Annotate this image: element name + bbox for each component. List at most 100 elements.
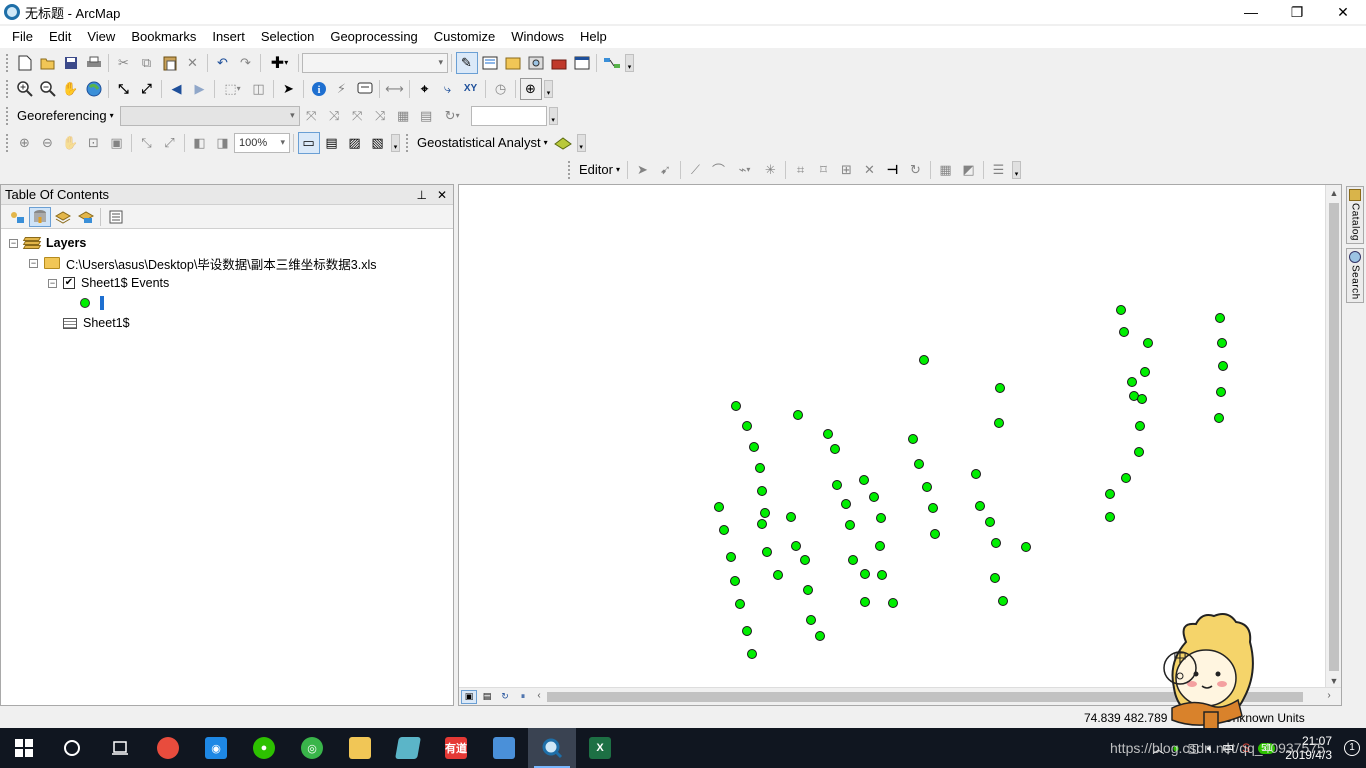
map-point-feature[interactable] [1134, 447, 1144, 457]
trace-icon[interactable]: ⌁ ▾ [730, 159, 758, 181]
geostatistical-analyst-menu[interactable]: Geostatistical Analyst ▾ [413, 135, 552, 150]
map-point-feature[interactable] [762, 547, 772, 557]
auto-registration-icon[interactable]: ▤ [415, 105, 437, 127]
map-point-feature[interactable] [1105, 489, 1115, 499]
map-point-feature[interactable] [757, 486, 767, 496]
close-button[interactable]: ✕ [1320, 0, 1366, 24]
scroll-left-icon[interactable]: ‹ [533, 690, 545, 701]
start-icon[interactable] [0, 728, 48, 768]
map-point-feature[interactable] [793, 410, 803, 420]
straight-segment-icon[interactable]: ⟋ [684, 159, 706, 181]
sketch-properties-icon[interactable]: ▦ [934, 159, 956, 181]
forward-icon[interactable]: ▶ [189, 78, 211, 100]
layout-back-icon[interactable]: ◧ [189, 132, 211, 154]
map-point-feature[interactable] [995, 383, 1005, 393]
notification-center-icon[interactable]: 1 [1344, 740, 1360, 756]
menu-selection[interactable]: Selection [253, 27, 322, 47]
copy-icon[interactable]: ⧉ [136, 52, 158, 74]
edit-tool-icon[interactable]: ➤ [631, 159, 653, 181]
browser-icon[interactable]: ◎ [288, 728, 336, 768]
editor-toolbar-icon[interactable]: ✎ [455, 51, 478, 74]
fixed-zoom-out-icon[interactable]: ⤢ [136, 78, 158, 100]
map-scale-combo[interactable]: ▾ [302, 52, 448, 73]
layout-zoom-in-icon[interactable]: ⊕ [14, 132, 36, 154]
full-extent-icon[interactable] [83, 78, 105, 100]
map-point-feature[interactable] [800, 555, 810, 565]
add-control-points-icon[interactable]: ⤧ [300, 105, 322, 127]
map-point-feature[interactable] [998, 596, 1008, 606]
paste-icon[interactable] [159, 52, 181, 74]
menu-bookmarks[interactable]: Bookmarks [123, 27, 204, 47]
list-by-source-icon[interactable] [28, 206, 51, 227]
map-point-feature[interactable] [928, 503, 938, 513]
map-point-feature[interactable] [815, 631, 825, 641]
scroll-right-icon[interactable]: › [1323, 690, 1335, 701]
map-point-feature[interactable] [1021, 542, 1031, 552]
minimize-button[interactable]: — [1228, 0, 1274, 24]
map-point-feature[interactable] [1119, 327, 1129, 337]
menu-windows[interactable]: Windows [503, 27, 572, 47]
map-point-feature[interactable] [1121, 473, 1131, 483]
rotation-input[interactable] [470, 105, 547, 126]
layout-view-icon[interactable]: ▤ [479, 690, 495, 704]
layout-forward-icon[interactable]: ◨ [212, 132, 234, 154]
layer-visibility-checkbox[interactable]: ✔ [63, 277, 75, 289]
map-point-feature[interactable] [749, 442, 759, 452]
model-builder-icon[interactable] [601, 52, 623, 74]
attributes-icon[interactable]: ↻ [904, 159, 926, 181]
map-point-feature[interactable] [806, 615, 816, 625]
georeferencing-menu[interactable]: Georeferencing ▾ [13, 108, 118, 123]
edit-annotation-icon[interactable]: ➹ [654, 159, 676, 181]
focus-data-frame-icon[interactable]: ▤ [321, 132, 343, 154]
map-point-feature[interactable] [876, 513, 886, 523]
map-point-feature[interactable] [742, 626, 752, 636]
toolbar-grip[interactable] [6, 53, 9, 72]
tree-row-table[interactable]: Sheet1$ [63, 313, 130, 333]
catalog-icon[interactable] [502, 52, 524, 74]
map-point-feature[interactable] [803, 585, 813, 595]
map-point-feature[interactable] [860, 569, 870, 579]
map-point-feature[interactable] [1127, 377, 1137, 387]
map-point-feature[interactable] [726, 552, 736, 562]
tree-row-symbol[interactable] [80, 293, 104, 313]
search-icon[interactable] [525, 52, 547, 74]
html-popup-icon[interactable] [354, 78, 376, 100]
map-point-feature[interactable] [990, 573, 1000, 583]
delete-icon[interactable]: ✕ [182, 52, 204, 74]
map-point-feature[interactable] [1217, 338, 1227, 348]
excel-icon[interactable]: X [576, 728, 624, 768]
file-explorer-icon[interactable] [336, 728, 384, 768]
map-point-feature[interactable] [786, 512, 796, 522]
scroll-up-icon[interactable]: ▲ [1326, 185, 1342, 201]
menu-customize[interactable]: Customize [426, 27, 503, 47]
layout-pan-icon[interactable]: ✋ [60, 132, 82, 154]
point-icon[interactable]: ✳ [759, 159, 781, 181]
split-icon[interactable]: ✕ [858, 159, 880, 181]
back-icon[interactable]: ◀ [166, 78, 188, 100]
map-point-feature[interactable] [1135, 421, 1145, 431]
paint-app-icon[interactable] [144, 728, 192, 768]
map-point-feature[interactable] [832, 480, 842, 490]
tree-row-layers[interactable]: − Layers [9, 233, 86, 253]
list-by-selection-icon[interactable] [75, 207, 97, 227]
map-point-feature[interactable] [841, 499, 851, 509]
find-icon[interactable]: ⌖ [414, 78, 436, 100]
undo-icon[interactable]: ↶ [212, 52, 234, 74]
qq-icon[interactable]: ◉ [192, 728, 240, 768]
catalog-tab[interactable]: Catalog [1346, 186, 1364, 244]
table-of-contents-icon[interactable] [479, 52, 501, 74]
map-point-feature[interactable] [845, 520, 855, 530]
map-point-feature[interactable] [714, 502, 724, 512]
pin-icon[interactable]: ⊥ [416, 188, 426, 202]
editing-options-icon[interactable]: ☰ [987, 159, 1009, 181]
map-point-feature[interactable] [875, 541, 885, 551]
cut-polygons-icon[interactable]: ⊞ [835, 159, 857, 181]
map-point-feature[interactable] [869, 492, 879, 502]
map-point-feature[interactable] [1214, 413, 1224, 423]
map-point-feature[interactable] [760, 508, 770, 518]
redo-icon[interactable]: ↷ [235, 52, 257, 74]
map-point-feature[interactable] [914, 459, 924, 469]
tree-row-events-layer[interactable]: − ✔ Sheet1$ Events [48, 273, 169, 293]
map-point-feature[interactable] [971, 469, 981, 479]
search-tab[interactable]: Search [1346, 247, 1364, 303]
